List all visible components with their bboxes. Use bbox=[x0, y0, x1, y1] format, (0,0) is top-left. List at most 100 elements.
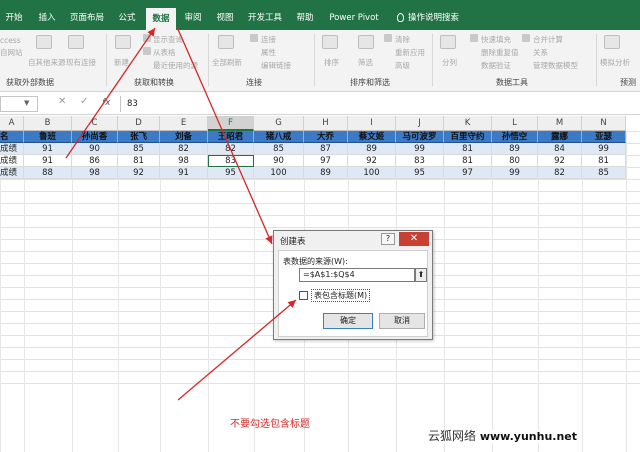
table-cell[interactable]: 81 bbox=[118, 155, 160, 167]
ribbon-show-queries[interactable]: 显示查询 bbox=[153, 34, 183, 45]
column-header-D[interactable]: D bbox=[118, 116, 160, 131]
ribbon-other-sources[interactable]: 自其他来源 bbox=[28, 57, 66, 68]
table-cell[interactable]: 90 bbox=[254, 155, 304, 167]
column-header-H[interactable]: H bbox=[304, 116, 348, 131]
ribbon-text-to-columns[interactable]: 分列 bbox=[442, 57, 457, 68]
table-cell[interactable]: 95 bbox=[396, 167, 444, 179]
table-cell[interactable]: 81 bbox=[444, 143, 492, 155]
table-header-cell[interactable]: 刘备 bbox=[160, 131, 208, 143]
table-cell[interactable]: 83 bbox=[396, 155, 444, 167]
column-header-A[interactable]: A bbox=[0, 116, 24, 131]
table-cell[interactable]: 99 bbox=[396, 143, 444, 155]
table-header-cell[interactable]: 张飞 bbox=[118, 131, 160, 143]
table-cell[interactable]: 82 bbox=[208, 143, 254, 155]
table-cell[interactable]: 95 bbox=[208, 167, 254, 179]
column-header-M[interactable]: M bbox=[538, 116, 582, 131]
column-header-I[interactable]: I bbox=[348, 116, 396, 131]
collapse-dialog-icon[interactable]: ⬆ bbox=[415, 268, 427, 282]
table-cell[interactable]: 88 bbox=[24, 167, 72, 179]
ribbon-filter[interactable]: 筛选 bbox=[358, 57, 373, 68]
tab-home[interactable]: 开始 bbox=[2, 8, 26, 30]
table-cell[interactable]: 83 bbox=[208, 155, 254, 167]
table-header-cell[interactable]: 王昭君 bbox=[208, 131, 254, 143]
name-box-dropdown-icon[interactable]: ▼ bbox=[24, 99, 29, 107]
table-header-cell[interactable]: 露娜 bbox=[538, 131, 582, 143]
table-cell[interactable]: 91 bbox=[160, 167, 208, 179]
table-header-cell[interactable]: 鲁班 bbox=[24, 131, 72, 143]
table-cell[interactable]: 92 bbox=[538, 155, 582, 167]
tab-view[interactable]: 视图 bbox=[212, 8, 238, 30]
column-header-E[interactable]: E bbox=[160, 116, 208, 131]
ribbon-from-table[interactable]: 从表格 bbox=[153, 47, 176, 58]
ribbon-what-if[interactable]: 模拟分析 bbox=[600, 57, 630, 68]
table-cell[interactable]: 85 bbox=[582, 167, 626, 179]
cancel-entry-icon[interactable]: ✕ bbox=[58, 96, 66, 107]
column-header-J[interactable]: J bbox=[396, 116, 444, 131]
column-header-F[interactable]: F bbox=[208, 116, 254, 131]
table-cell[interactable]: 99 bbox=[492, 167, 538, 179]
table-cell[interactable]: 97 bbox=[304, 155, 348, 167]
ribbon-advanced[interactable]: 高级 bbox=[395, 60, 410, 71]
range-input[interactable]: =$A$1:$Q$4 bbox=[299, 268, 415, 282]
table-cell[interactable]: 81 bbox=[582, 155, 626, 167]
tell-me-search[interactable]: 操作说明搜索 bbox=[392, 8, 464, 30]
table-header-cell[interactable]: 马可波罗 bbox=[396, 131, 444, 143]
confirm-entry-icon[interactable]: ✓ bbox=[80, 96, 88, 107]
tab-developer[interactable]: 开发工具 bbox=[244, 8, 286, 30]
table-header-cell[interactable]: 猪八戒 bbox=[254, 131, 304, 143]
table-cell[interactable]: 91 bbox=[24, 143, 72, 155]
table-cell[interactable]: 85 bbox=[118, 143, 160, 155]
table-cell[interactable]: 成绩 bbox=[0, 143, 24, 155]
ribbon-clear[interactable]: 清除 bbox=[395, 34, 410, 45]
tab-data[interactable]: 数据 bbox=[146, 8, 176, 30]
close-button[interactable]: ✕ bbox=[399, 232, 429, 246]
table-cell[interactable]: 89 bbox=[304, 167, 348, 179]
table-cell[interactable]: 成绩 bbox=[0, 167, 24, 179]
column-header-C[interactable]: C bbox=[72, 116, 118, 131]
table-cell[interactable]: 82 bbox=[538, 167, 582, 179]
table-cell[interactable]: 85 bbox=[254, 143, 304, 155]
ribbon-new-query[interactable]: 新建 bbox=[114, 57, 129, 68]
ribbon-refresh-all[interactable]: 全部刷新 bbox=[212, 57, 242, 68]
ribbon-from-web[interactable]: 自网站 bbox=[0, 47, 23, 58]
has-headers-label[interactable]: 表包含标题(M) bbox=[311, 289, 371, 302]
ok-button[interactable]: 确定 bbox=[323, 313, 373, 329]
table-cell[interactable]: 98 bbox=[72, 167, 118, 179]
ribbon-remove-duplicates[interactable]: 删除重复值 bbox=[481, 47, 519, 58]
column-header-B[interactable]: B bbox=[24, 116, 72, 131]
ribbon-consolidate[interactable]: 合并计算 bbox=[533, 34, 563, 45]
ribbon-edit-links[interactable]: 编辑链接 bbox=[261, 60, 291, 71]
table-cell[interactable]: 91 bbox=[24, 155, 72, 167]
table-cell[interactable]: 81 bbox=[444, 155, 492, 167]
table-cell[interactable]: 98 bbox=[160, 155, 208, 167]
ribbon-sort[interactable]: 排序 bbox=[324, 57, 339, 68]
formula-input[interactable]: 83 bbox=[120, 96, 640, 112]
table-header-cell[interactable]: 蔡文姬 bbox=[348, 131, 396, 143]
table-header-cell[interactable]: 孙悟空 bbox=[492, 131, 538, 143]
table-cell[interactable]: 80 bbox=[492, 155, 538, 167]
table-cell[interactable]: 92 bbox=[348, 155, 396, 167]
ribbon-flash-fill[interactable]: 快速填充 bbox=[481, 34, 511, 45]
tab-page-layout[interactable]: 页面布局 bbox=[66, 8, 108, 30]
ribbon-data-validation[interactable]: 数据验证 bbox=[481, 60, 511, 71]
table-cell[interactable]: 90 bbox=[72, 143, 118, 155]
insert-function-icon[interactable]: fx bbox=[102, 98, 111, 108]
ribbon-properties[interactable]: 属性 bbox=[261, 47, 276, 58]
table-cell[interactable]: 87 bbox=[304, 143, 348, 155]
tab-formulas[interactable]: 公式 bbox=[114, 8, 140, 30]
column-header-L[interactable]: L bbox=[492, 116, 538, 131]
table-header-cell[interactable]: 孙尚香 bbox=[72, 131, 118, 143]
has-headers-checkbox[interactable] bbox=[299, 291, 308, 300]
table-cell[interactable]: 89 bbox=[492, 143, 538, 155]
tab-help[interactable]: 帮助 bbox=[292, 8, 318, 30]
table-header-cell[interactable]: 名 bbox=[0, 131, 24, 143]
table-cell[interactable]: 99 bbox=[582, 143, 626, 155]
table-cell[interactable]: 82 bbox=[160, 143, 208, 155]
table-cell[interactable]: 89 bbox=[348, 143, 396, 155]
table-cell[interactable]: 86 bbox=[72, 155, 118, 167]
table-header-cell[interactable]: 亚瑟 bbox=[582, 131, 626, 143]
table-cell[interactable]: 100 bbox=[348, 167, 396, 179]
table-cell[interactable]: 92 bbox=[118, 167, 160, 179]
table-header-cell[interactable]: 百里守约 bbox=[444, 131, 492, 143]
ribbon-connections[interactable]: 连接 bbox=[261, 34, 276, 45]
